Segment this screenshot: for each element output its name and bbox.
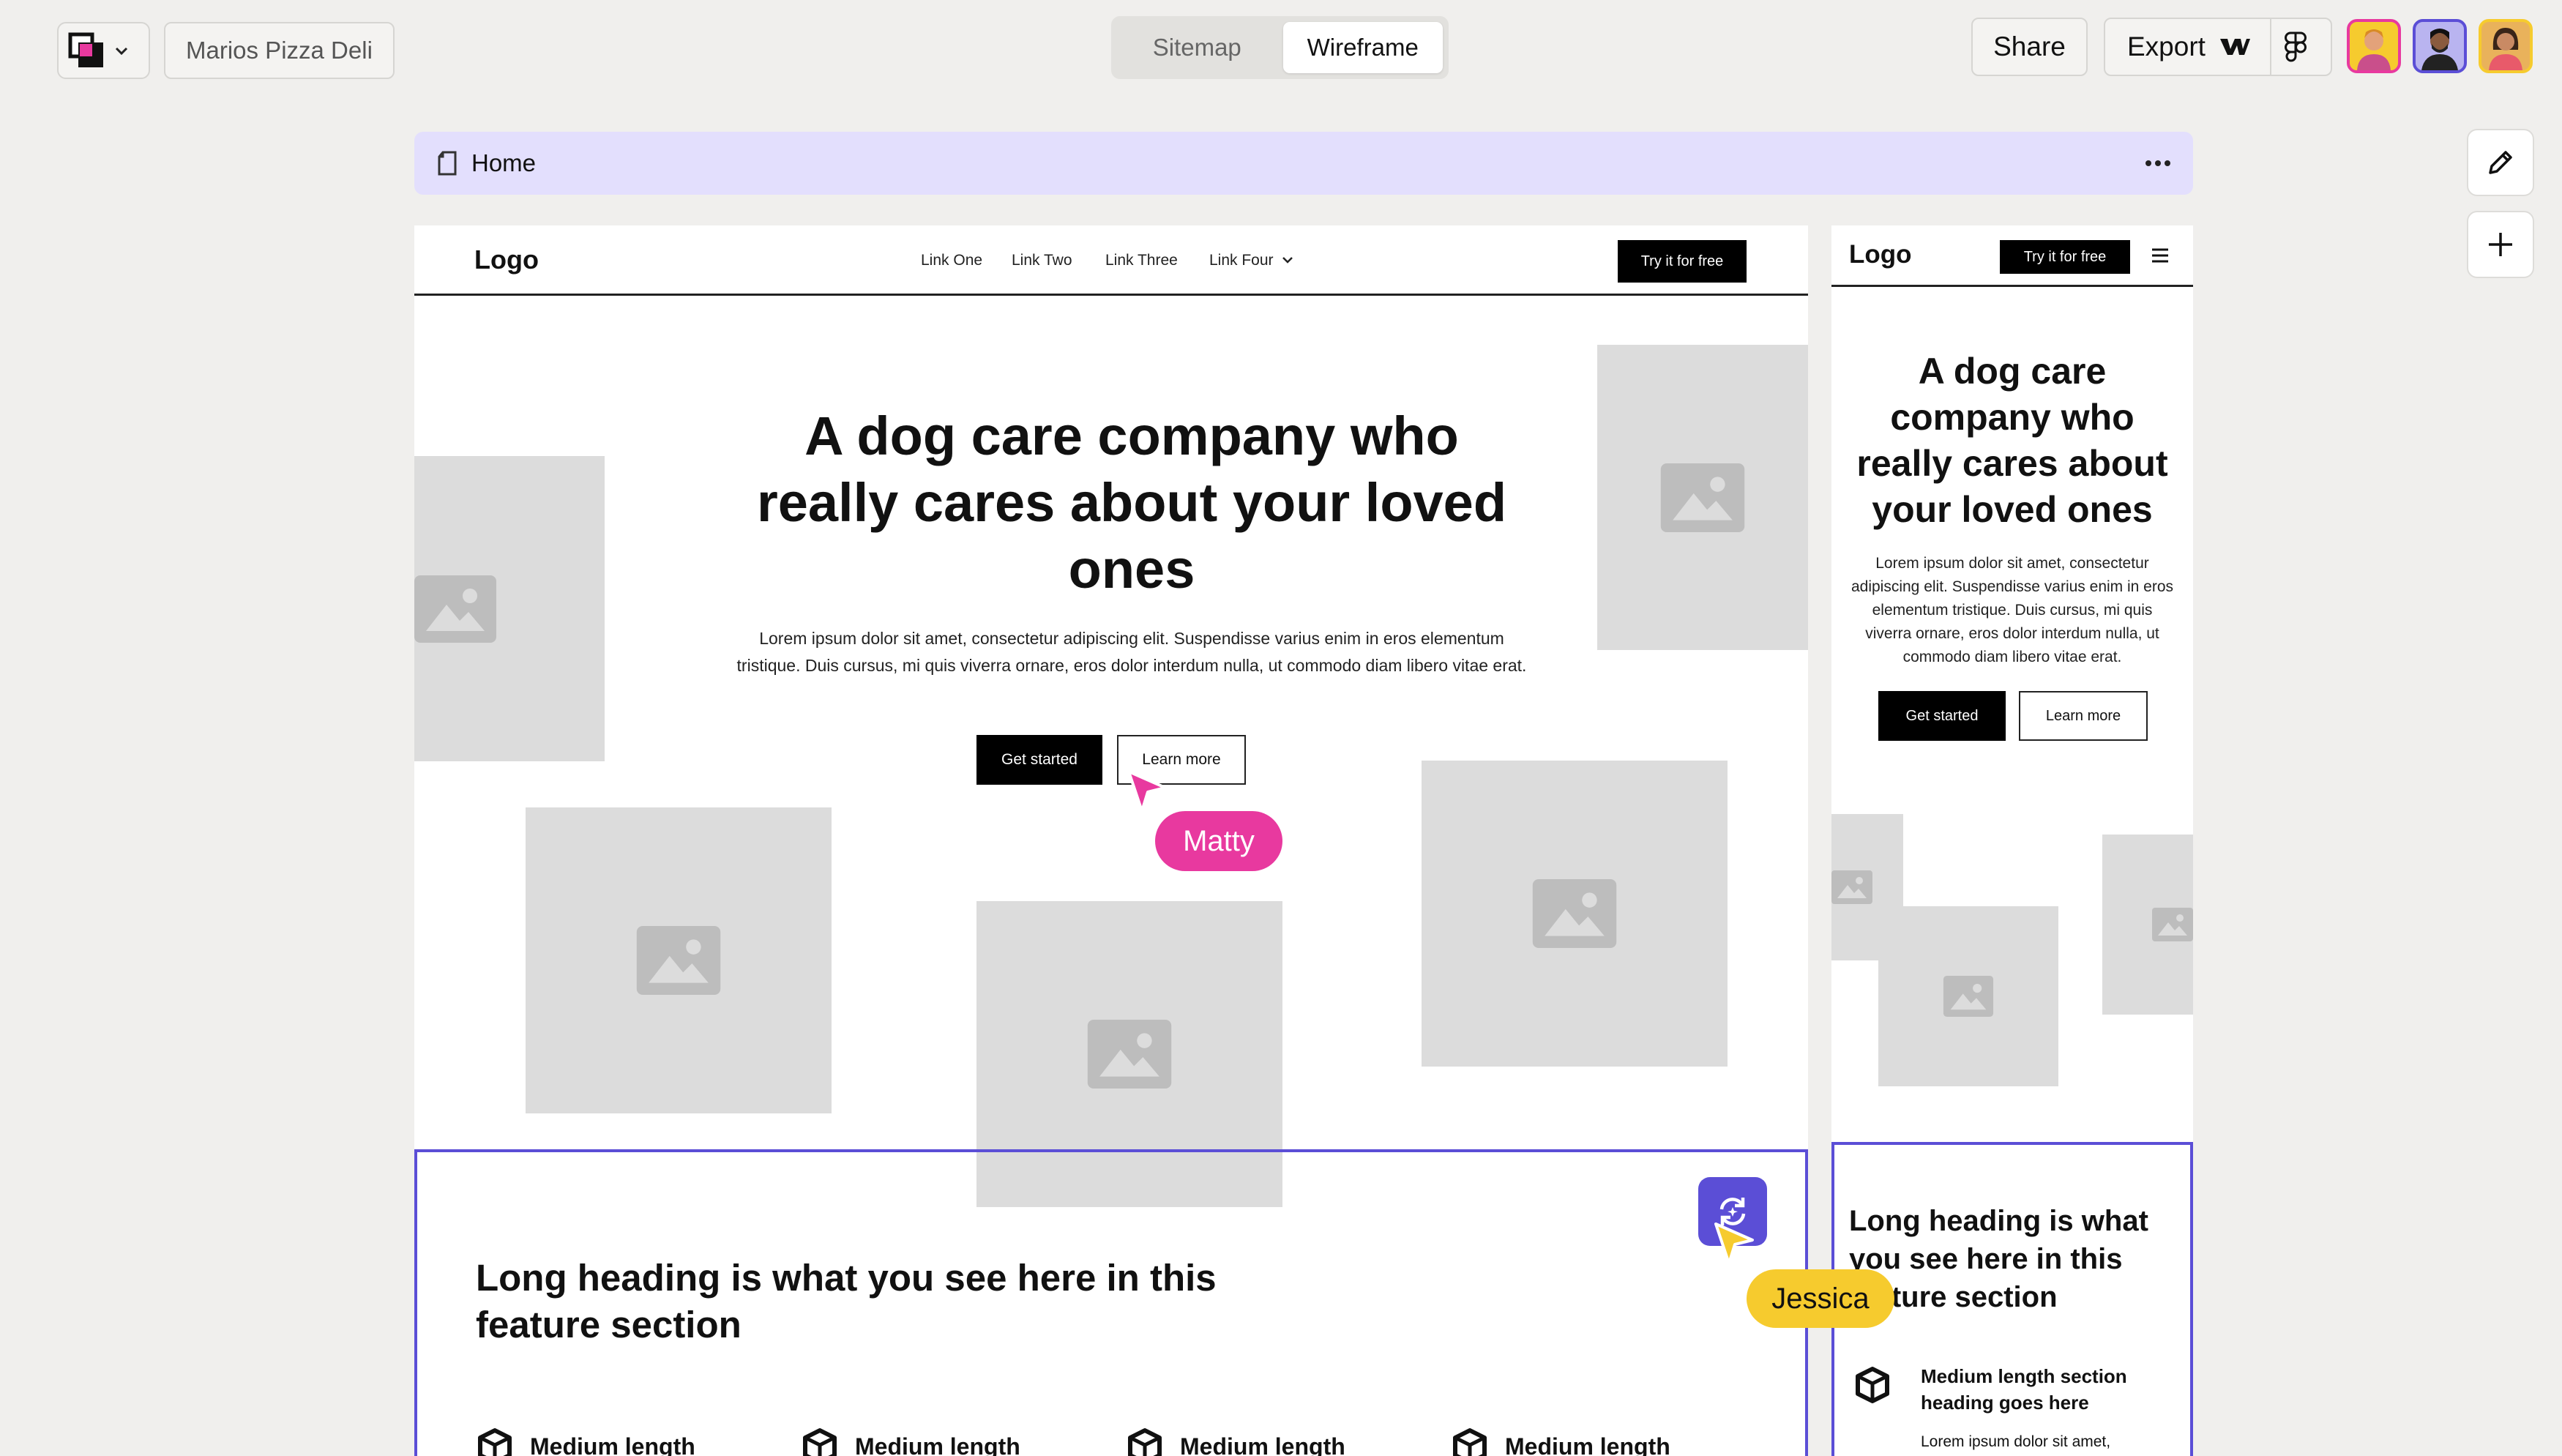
- export-button[interactable]: Export: [2104, 18, 2332, 76]
- nav-link-four[interactable]: Link Four: [1209, 252, 1274, 269]
- feature-item-title: Medium length: [1505, 1433, 1670, 1456]
- image-placeholder: [526, 807, 832, 1113]
- feature-item-title: Medium length: [855, 1433, 1020, 1456]
- avatar[interactable]: [2347, 19, 2401, 73]
- feature-section[interactable]: Long heading is what you see here in thi…: [414, 1149, 1808, 1456]
- page-title: Home: [471, 149, 537, 176]
- cube-icon: [1451, 1427, 1489, 1456]
- nav-link-three[interactable]: Link Three: [1105, 252, 1178, 269]
- tab-wireframe[interactable]: Wireframe: [1282, 22, 1443, 73]
- feature-item-text: Lorem ipsum dolor sit amet,: [1921, 1433, 2111, 1450]
- get-started-button[interactable]: Get started: [1878, 691, 2006, 741]
- nav-link-one[interactable]: Link One: [921, 252, 982, 269]
- app-logo-icon: [67, 31, 105, 70]
- cube-icon: [1126, 1427, 1164, 1456]
- feature-item-title: Medium length section heading goes here: [1921, 1365, 2127, 1414]
- learn-more-button[interactable]: Learn more: [2019, 691, 2148, 741]
- feature-item: Medium length: [1126, 1427, 1345, 1456]
- avatar[interactable]: [2479, 19, 2533, 73]
- app-logo-button[interactable]: [57, 22, 150, 79]
- hero-heading: A dog care company who really cares abou…: [756, 406, 1507, 600]
- page-bar[interactable]: Home: [414, 132, 2193, 195]
- image-icon: [1943, 976, 1994, 1017]
- image-placeholder: [1422, 761, 1728, 1067]
- image-icon: [636, 926, 721, 995]
- export-divider: [2269, 18, 2271, 75]
- cube-icon: [1853, 1364, 1891, 1405]
- cube-icon: [801, 1427, 839, 1456]
- plus-icon: [2484, 228, 2517, 261]
- feature-heading: Long heading is what you see here in thi…: [476, 1257, 1217, 1345]
- feature-item: Medium length: [801, 1427, 1020, 1456]
- try-free-button[interactable]: Try it for free: [2000, 240, 2130, 274]
- image-icon: [1532, 879, 1617, 948]
- avatar[interactable]: [2413, 19, 2467, 73]
- cursor-arrow-icon: [1713, 1221, 1757, 1268]
- cube-icon: [476, 1427, 514, 1456]
- get-started-button[interactable]: Get started: [976, 735, 1102, 785]
- nav-link-two[interactable]: Link Two: [1012, 252, 1072, 269]
- image-placeholder: [1597, 345, 1808, 650]
- feature-item-title: Medium length: [1180, 1433, 1345, 1456]
- view-toggle[interactable]: Sitemap Wireframe: [1111, 16, 1449, 79]
- desktop-frame[interactable]: Logo Link One Link Two Link Three Link F…: [414, 225, 1808, 1456]
- image-icon: [1087, 1020, 1172, 1089]
- feature-item: Medium length: [476, 1427, 695, 1456]
- try-free-button[interactable]: Try it for free: [1618, 240, 1747, 283]
- hero-text: Lorem ipsum dolor sit amet, consectetur …: [736, 629, 1527, 675]
- pencil-icon: [2484, 146, 2517, 179]
- image-icon: [1660, 463, 1745, 532]
- image-placeholder: [414, 456, 605, 761]
- figma-icon[interactable]: [2284, 31, 2307, 62]
- desktop-navbar: Logo Link One Link Two Link Three Link F…: [414, 225, 1808, 296]
- hero-heading: A dog care company who really cares abou…: [1856, 351, 2168, 530]
- cursor-label-jessica: Jessica: [1747, 1269, 1894, 1328]
- mobile-frame[interactable]: Logo Try it for free A dog care company …: [1831, 225, 2193, 1456]
- feature-heading: Long heading is what you see here in thi…: [1849, 1205, 2148, 1313]
- image-icon: [1831, 870, 1872, 904]
- export-label: Export: [2127, 31, 2206, 61]
- project-name[interactable]: Marios Pizza Deli: [164, 22, 395, 79]
- edit-button[interactable]: [2467, 129, 2534, 196]
- logo[interactable]: Logo: [474, 244, 539, 275]
- image-placeholder: [2102, 835, 2193, 1015]
- image-icon: [2152, 908, 2193, 941]
- cursor-arrow-icon: [1126, 769, 1170, 815]
- share-button[interactable]: Share: [1971, 18, 2088, 76]
- chevron-down-icon: [113, 42, 130, 59]
- add-button[interactable]: [2467, 211, 2534, 278]
- more-options-icon[interactable]: [2145, 160, 2171, 167]
- mobile-navbar: Logo Try it for free: [1831, 225, 2193, 287]
- feature-item-title: Medium length: [530, 1433, 695, 1456]
- image-icon: [414, 575, 496, 643]
- chevron-down-icon[interactable]: [1281, 255, 1294, 265]
- feature-item: Medium length: [1451, 1427, 1670, 1456]
- hamburger-menu-icon[interactable]: [2151, 247, 2170, 264]
- tab-sitemap[interactable]: Sitemap: [1117, 22, 1277, 73]
- cursor-label-matty: Matty: [1155, 811, 1282, 871]
- hero-text: Lorem ipsum dolor sit amet, consectetur …: [1850, 555, 2174, 665]
- webflow-icon[interactable]: [2219, 36, 2251, 58]
- image-placeholder: [1878, 906, 2058, 1086]
- logo[interactable]: Logo: [1849, 240, 1912, 269]
- page-icon: [436, 151, 458, 176]
